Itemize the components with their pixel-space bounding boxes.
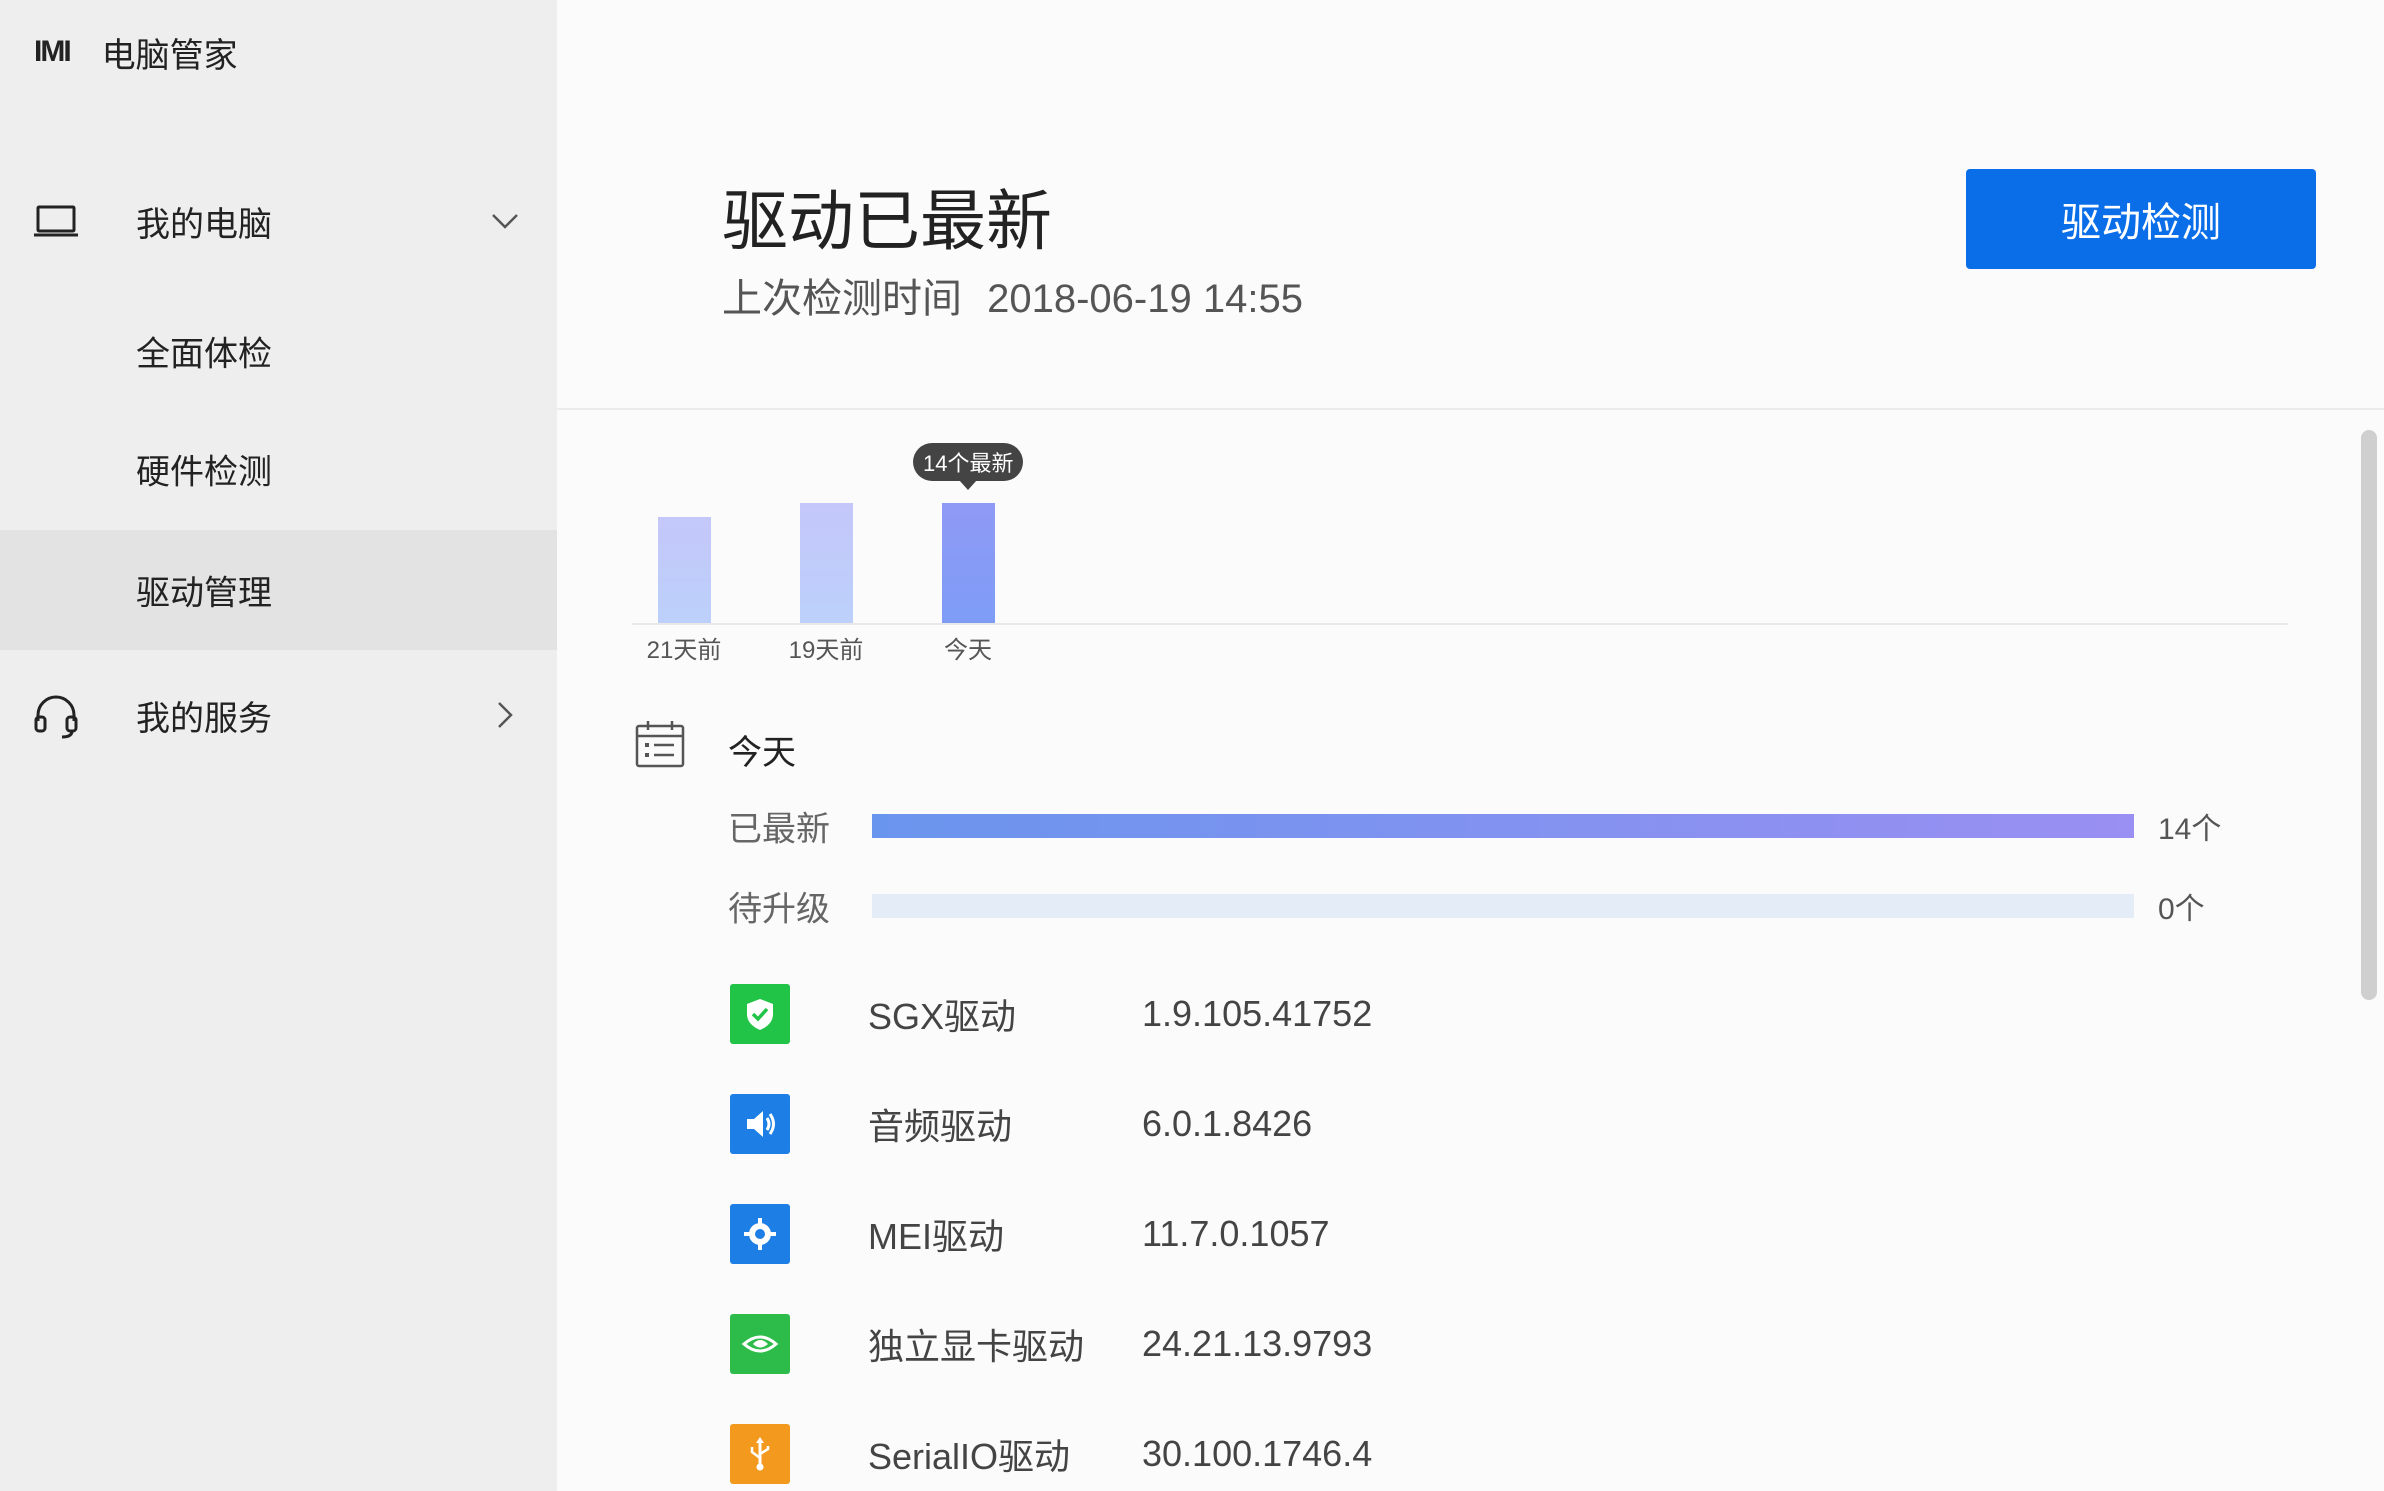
scrollbar[interactable] <box>2361 430 2377 1000</box>
driver-name: 独立显卡驱动 <box>868 1326 1085 1367</box>
up-to-date-progress-track <box>872 814 2134 838</box>
nav-hardware-check[interactable]: 硬件检测 <box>0 410 557 528</box>
pending-upgrade-row: 待升级 0个 <box>728 878 2228 934</box>
chart-bar[interactable] <box>942 503 995 623</box>
driver-list-item[interactable]: MEI驱动 11.7.0.1057 <box>730 1202 2230 1266</box>
chart-x-tick-label: 21天前 <box>646 637 722 664</box>
up-to-date-progress-fill <box>872 814 2134 838</box>
pending-upgrade-progress-track <box>872 894 2134 918</box>
last-check-value: 2018-06-19 14:55 <box>987 277 1303 321</box>
up-to-date-row: 已最新 14个 <box>728 798 2228 854</box>
driver-name: 音频驱动 <box>868 1106 1013 1147</box>
nav-my-service-label: 我的服务 <box>136 699 272 738</box>
nav-my-pc-label: 我的电脑 <box>136 205 272 244</box>
chart-bar[interactable] <box>800 503 853 623</box>
driver-name: MEI驱动 <box>868 1216 1005 1257</box>
nav-my-pc[interactable]: 我的电脑 <box>0 180 557 262</box>
speaker-icon <box>730 1094 790 1154</box>
pending-upgrade-label: 待升级 <box>728 890 830 929</box>
laptop-icon <box>34 205 78 237</box>
nav-full-checkup-label: 全面体检 <box>136 335 272 374</box>
calendar-icon <box>635 721 685 768</box>
up-to-date-label: 已最新 <box>728 810 830 849</box>
shield-check-icon <box>730 984 790 1044</box>
driver-history-chart: 14个最新 21天前 19天前 今天 <box>632 430 2288 670</box>
chart-baseline <box>632 623 2288 625</box>
chevron-right-icon[interactable] <box>489 699 521 731</box>
headset-icon <box>34 695 78 739</box>
nvidia-eye-icon <box>730 1314 790 1374</box>
app-logo: IMI <box>34 35 72 68</box>
up-to-date-count: 14个 <box>2158 813 2222 846</box>
driver-version: 30.100.1746.4 <box>1142 1433 1373 1474</box>
driver-list-item[interactable]: SerialIO驱动 30.100.1746.4 <box>730 1422 2230 1486</box>
app-window: IMI 电脑管家 我的电脑 全面体检 硬件检测 驱动管理 我的服务 驱动已最新 … <box>0 0 2384 1491</box>
last-check-label: 上次检测时间 <box>722 277 962 321</box>
chart-x-tick-label: 今天 <box>944 637 992 664</box>
chip-icon <box>730 1204 790 1264</box>
usb-icon <box>730 1424 790 1484</box>
chart-tooltip: 14个最新 <box>913 443 1024 481</box>
today-label: 今天 <box>728 734 796 772</box>
nav-hardware-check-label: 硬件检测 <box>136 453 272 492</box>
last-check-time: 上次检测时间 2018-06-19 14:55 <box>722 266 1303 324</box>
nav-full-checkup[interactable]: 全面体检 <box>0 292 557 410</box>
pending-upgrade-count: 0个 <box>2158 893 2205 926</box>
driver-version: 6.0.1.8426 <box>1142 1103 1313 1144</box>
sidebar: IMI 电脑管家 我的电脑 全面体检 硬件检测 驱动管理 我的服务 <box>0 0 557 1491</box>
chart-bar[interactable] <box>658 517 711 623</box>
chevron-down-icon[interactable] <box>489 205 521 237</box>
driver-version: 1.9.105.41752 <box>1142 993 1373 1034</box>
nav-driver-management-label: 驱动管理 <box>136 574 272 613</box>
driver-version: 11.7.0.1057 <box>1142 1213 1330 1254</box>
driver-list-item[interactable]: 独立显卡驱动 24.21.13.9793 <box>730 1312 2230 1376</box>
status-header: 驱动已最新 上次检测时间 2018-06-19 14:55 驱动检测 <box>557 0 2384 410</box>
nav-driver-management[interactable]: 驱动管理 <box>0 530 557 650</box>
page-title: 驱动已最新 <box>722 184 1052 258</box>
brand: IMI 电脑管家 <box>34 28 238 76</box>
driver-list-item[interactable]: 音频驱动 6.0.1.8426 <box>730 1092 2230 1156</box>
driver-name: SerialIO驱动 <box>868 1436 1071 1477</box>
app-name: 电脑管家 <box>101 36 238 75</box>
driver-detect-button[interactable]: 驱动检测 <box>1966 169 2316 269</box>
nav-my-service[interactable]: 我的服务 <box>0 674 557 756</box>
driver-version: 24.21.13.9793 <box>1142 1323 1373 1364</box>
driver-name: SGX驱动 <box>868 996 1017 1037</box>
chart-x-tick-label: 19天前 <box>788 637 864 664</box>
driver-list-item[interactable]: SGX驱动 1.9.105.41752 <box>730 982 2230 1046</box>
